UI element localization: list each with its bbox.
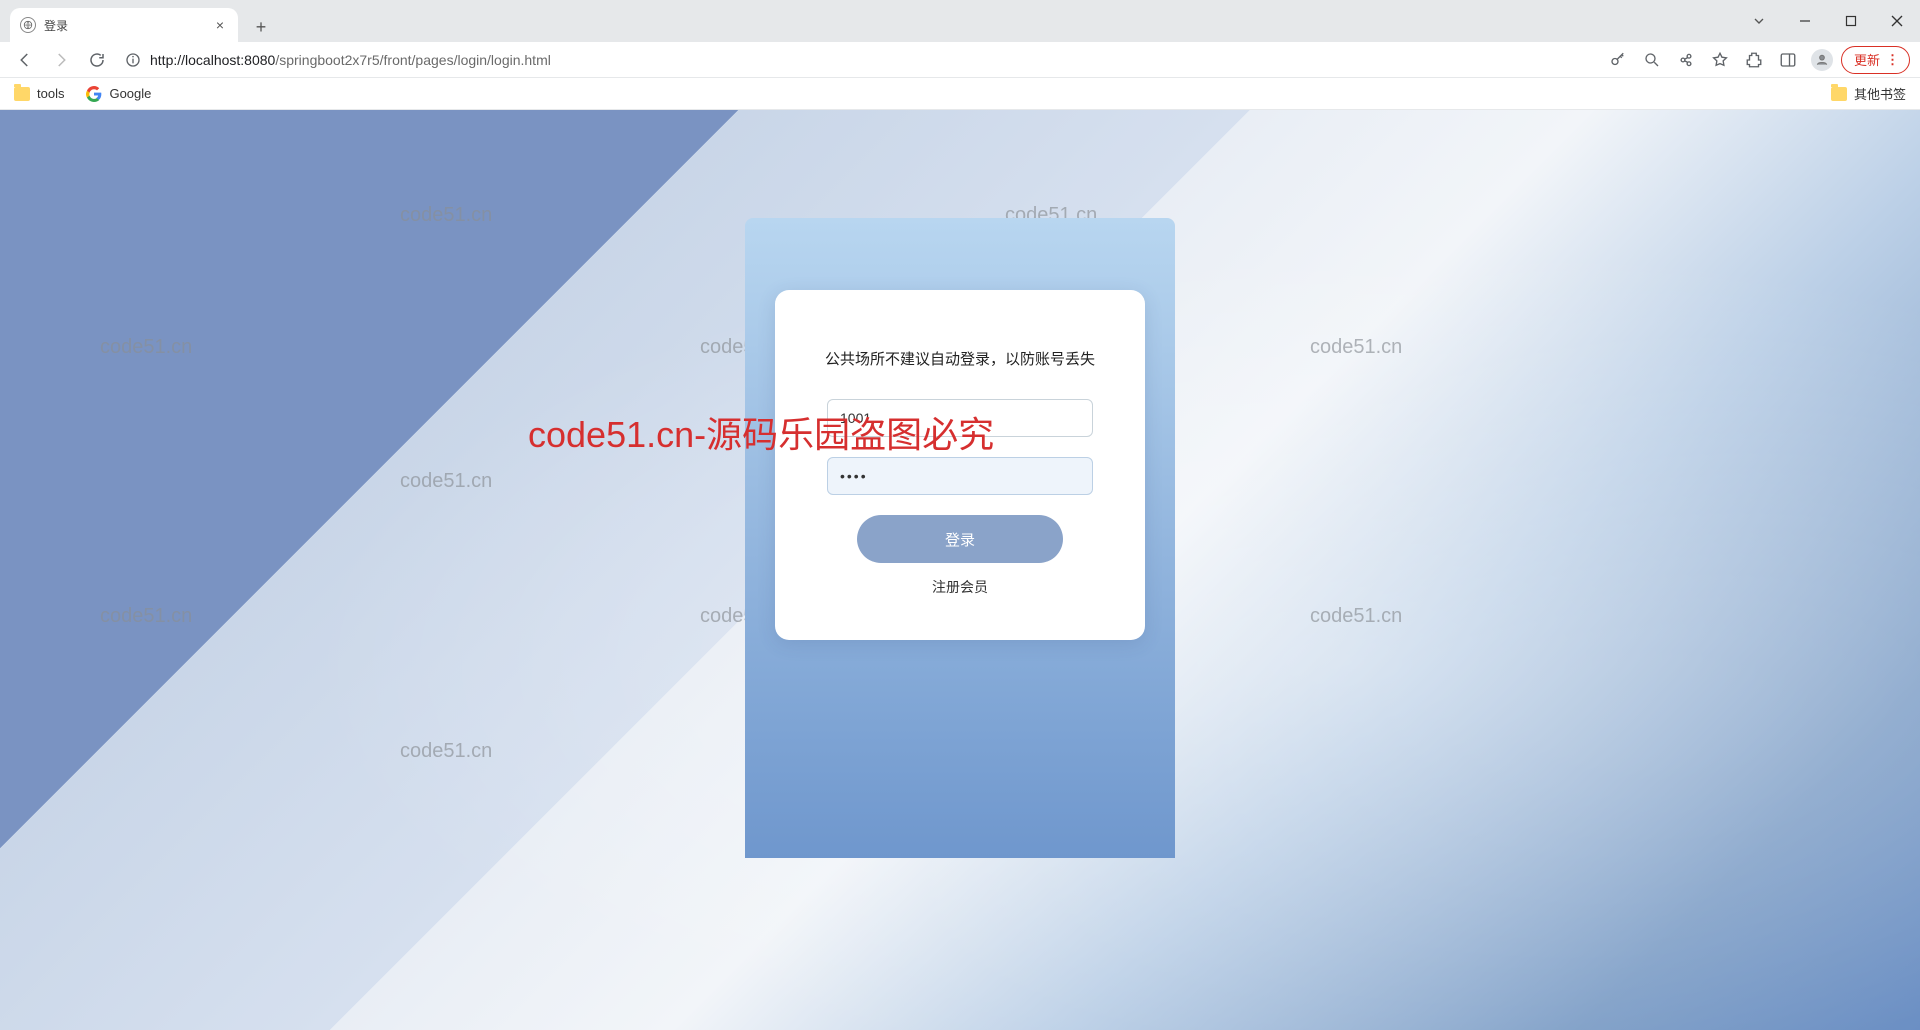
password-input[interactable] bbox=[827, 457, 1093, 495]
bookmark-label: Google bbox=[109, 86, 151, 101]
page-content: code51.cn code51.cn code51.cn code51.cn … bbox=[0, 110, 1920, 1030]
url-scheme: http:// bbox=[150, 52, 185, 68]
address-bar[interactable]: http://localhost:8080/springboot2x7r5/fr… bbox=[118, 45, 1597, 75]
bookmark-label: 其他书签 bbox=[1854, 84, 1906, 103]
globe-icon bbox=[20, 17, 36, 33]
browser-titlebar: 登录 × + bbox=[0, 0, 1920, 42]
folder-icon bbox=[14, 87, 30, 101]
bookmarks-bar: tools Google 其他书签 bbox=[0, 78, 1920, 110]
zoom-icon[interactable] bbox=[1637, 45, 1667, 75]
google-icon bbox=[86, 86, 102, 102]
update-label: 更新 bbox=[1854, 50, 1880, 69]
url-host: localhost bbox=[185, 52, 240, 68]
profile-avatar[interactable] bbox=[1807, 45, 1837, 75]
tab-close-icon[interactable]: × bbox=[212, 17, 228, 33]
bookmark-other[interactable]: 其他书签 bbox=[1831, 84, 1906, 103]
new-tab-button[interactable]: + bbox=[246, 12, 276, 42]
window-controls bbox=[1736, 0, 1920, 42]
reload-button[interactable] bbox=[82, 45, 112, 75]
back-button[interactable] bbox=[10, 45, 40, 75]
bookmark-star-icon[interactable] bbox=[1705, 45, 1735, 75]
browser-toolbar: http://localhost:8080/springboot2x7r5/fr… bbox=[0, 42, 1920, 78]
password-key-icon[interactable] bbox=[1603, 45, 1633, 75]
kebab-menu-icon: ⋮ bbox=[1886, 52, 1899, 68]
url-text: http://localhost:8080/springboot2x7r5/fr… bbox=[150, 52, 1591, 68]
share-icon[interactable] bbox=[1671, 45, 1701, 75]
login-button[interactable]: 登录 bbox=[857, 515, 1063, 563]
site-info-icon[interactable] bbox=[124, 51, 142, 69]
url-path: /springboot2x7r5/front/pages/login/login… bbox=[275, 52, 551, 68]
register-link[interactable]: 注册会员 bbox=[807, 577, 1113, 597]
login-tip: 公共场所不建议自动登录，以防账号丢失 bbox=[807, 348, 1113, 369]
folder-icon bbox=[1831, 87, 1847, 101]
bookmark-tools[interactable]: tools bbox=[14, 86, 64, 101]
tab-title: 登录 bbox=[44, 17, 204, 34]
url-port: :8080 bbox=[240, 52, 275, 68]
tab-search-icon[interactable] bbox=[1736, 0, 1782, 42]
maximize-button[interactable] bbox=[1828, 0, 1874, 42]
update-button[interactable]: 更新 ⋮ bbox=[1841, 46, 1910, 74]
username-input[interactable] bbox=[827, 399, 1093, 437]
bookmark-label: tools bbox=[37, 86, 64, 101]
login-card: 公共场所不建议自动登录，以防账号丢失 登录 注册会员 bbox=[775, 290, 1145, 640]
close-window-button[interactable] bbox=[1874, 0, 1920, 42]
forward-button[interactable] bbox=[46, 45, 76, 75]
browser-tab[interactable]: 登录 × bbox=[10, 8, 238, 42]
extensions-icon[interactable] bbox=[1739, 45, 1769, 75]
minimize-button[interactable] bbox=[1782, 0, 1828, 42]
bookmark-google[interactable]: Google bbox=[86, 86, 151, 102]
side-panel-icon[interactable] bbox=[1773, 45, 1803, 75]
login-panel: 公共场所不建议自动登录，以防账号丢失 登录 注册会员 bbox=[745, 218, 1175, 858]
toolbar-right: 更新 ⋮ bbox=[1603, 45, 1910, 75]
